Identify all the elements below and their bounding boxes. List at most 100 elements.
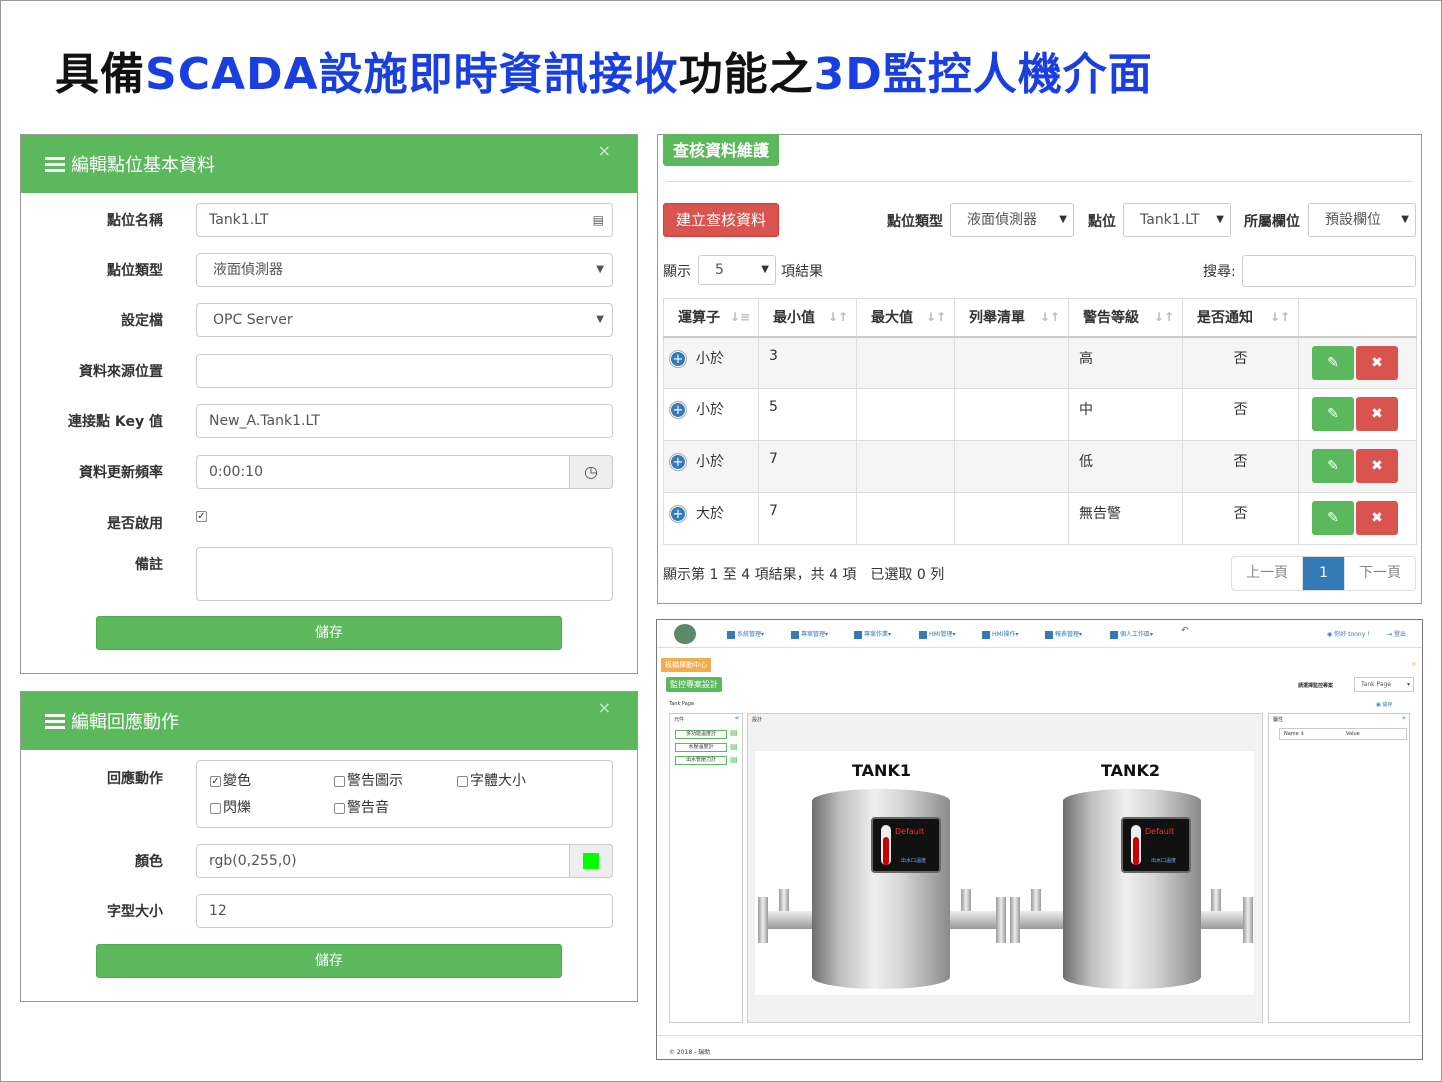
next-page-button[interactable]: 下一頁 bbox=[1344, 557, 1415, 590]
option-warning-sound[interactable]: 警告音 bbox=[334, 797, 389, 817]
option-color-change[interactable]: ✓ 變色 bbox=[210, 770, 251, 790]
location-icon bbox=[919, 630, 927, 639]
user-greeting[interactable]: ◉ 你好 tonny ! bbox=[1327, 629, 1370, 638]
option-warning-icon[interactable]: 警告圖示 bbox=[334, 770, 403, 790]
tank1-flange bbox=[996, 897, 1006, 943]
update-frequency-input[interactable]: 0:00:10 ◷ bbox=[196, 455, 613, 489]
note-textarea[interactable] bbox=[196, 547, 613, 601]
delete-button[interactable]: ✖ bbox=[1356, 501, 1398, 535]
logout-link[interactable]: ⇥ 登出 bbox=[1387, 629, 1406, 638]
field-label: 所屬欄位 bbox=[1244, 214, 1300, 230]
thermometer-icon bbox=[881, 825, 891, 865]
property-panel: 屬性 » Name ⇕ Value bbox=[1268, 713, 1410, 1023]
expand-icon[interactable]: + bbox=[670, 454, 686, 470]
tank-canvas: TANK1 TANK2 Default 出水口溫度 Default 出水口溫度 bbox=[754, 750, 1255, 996]
enabled-checkbox[interactable]: ✓ bbox=[196, 511, 207, 522]
sort-icon: ↓↑ bbox=[925, 310, 946, 324]
page-name: Tank Page bbox=[669, 701, 695, 707]
hmi-save-button[interactable]: ▣ 儲存 bbox=[1376, 701, 1392, 708]
table-info: 顯示第 1 至 4 項結果，共 4 項 已選取 0 列 bbox=[663, 567, 945, 583]
expand-icon[interactable]: » bbox=[1402, 714, 1406, 722]
col-level[interactable]: 警告等級 ↓↑ bbox=[1068, 298, 1183, 338]
edit-button[interactable]: ✎ bbox=[1312, 501, 1354, 535]
color-label: 顏色 bbox=[135, 854, 163, 870]
book-icon bbox=[791, 630, 799, 639]
font-size-input[interactable]: 12 bbox=[196, 894, 613, 928]
table-header: 運算子 ↓≡ 最小值 ↓↑ 最大值 ↓↑ 列舉清單 ↓↑ 警告等級 ↓↑ 是否通知 ↓↑ bbox=[663, 298, 1417, 338]
search-input[interactable] bbox=[1242, 255, 1416, 287]
caret-down-icon: ▼ bbox=[1401, 214, 1409, 225]
field-label-key: 連接點 Key 值 bbox=[68, 414, 163, 430]
col-min[interactable]: 最小值 ↓↑ bbox=[758, 298, 857, 338]
delete-button[interactable]: ✖ bbox=[1356, 397, 1398, 431]
col-enum[interactable]: 列舉清單 ↓↑ bbox=[954, 298, 1069, 338]
action-options-box: ✓ 變色 警告圖示 字體大小 閃爍 警告音 bbox=[196, 760, 613, 828]
col-operator[interactable]: 運算子 ↓≡ bbox=[663, 298, 759, 338]
config-file-select[interactable]: OPC Server ▼ bbox=[196, 303, 613, 337]
expand-icon[interactable]: + bbox=[670, 506, 686, 522]
field-label-config: 設定檔 bbox=[121, 313, 163, 329]
tank1-thermometer[interactable]: Default 出水口溫度 bbox=[871, 817, 941, 873]
color-input[interactable]: rgb(0,255,0) bbox=[196, 844, 613, 878]
create-check-button[interactable]: 建立查核資料 bbox=[663, 203, 779, 237]
footer: © 2018 - 瑞助 bbox=[669, 1049, 711, 1056]
comment-icon: ▤ bbox=[730, 728, 738, 737]
sort-icon: ↓↑ bbox=[1269, 310, 1290, 324]
page-1-button[interactable]: 1 bbox=[1302, 557, 1344, 590]
project-select[interactable]: Tank Page ▾ bbox=[1354, 677, 1414, 692]
nav-hmi-manage[interactable]: HMI管理▾ bbox=[919, 629, 955, 639]
point-select[interactable]: Tank1.LT ▼ bbox=[1123, 203, 1231, 237]
tank1-label: TANK1 bbox=[852, 761, 911, 780]
nav-workspace[interactable]: 個人工作區▾ bbox=[1110, 629, 1153, 639]
save-button[interactable]: 儲存 bbox=[96, 944, 562, 978]
tank1-flange bbox=[758, 897, 768, 943]
edit-button[interactable]: ✎ bbox=[1312, 345, 1354, 380]
response-form-header: 編輯回應動作 × bbox=[21, 692, 637, 750]
tank2-valve bbox=[1211, 889, 1221, 911]
source-location-input[interactable] bbox=[196, 354, 613, 388]
color-swatch[interactable] bbox=[569, 844, 613, 878]
option-blink[interactable]: 閃爍 bbox=[210, 797, 251, 817]
hmi-screenshot: 系統管理▾ 專案管理▾ 專案作業▾ HMI管理▾ HMI操作▾ 報表管理▾ 個人… bbox=[656, 619, 1423, 1060]
nav-hmi-ops[interactable]: HMI操作▾ bbox=[982, 629, 1018, 639]
delete-button[interactable]: ✖ bbox=[1356, 345, 1398, 380]
close-icon[interactable]: × bbox=[598, 698, 611, 717]
widget-item[interactable]: 出水管壓力計 bbox=[675, 756, 727, 765]
nav-project[interactable]: 專案管理▾ bbox=[791, 629, 828, 639]
nav-project-ops[interactable]: 專案作業▾ bbox=[854, 629, 891, 639]
widget-item[interactable]: 水壓溫度計 bbox=[675, 743, 727, 752]
col-max[interactable]: 最大值 ↓↑ bbox=[856, 298, 955, 338]
widget-item[interactable]: 多功能溫度計 bbox=[675, 730, 727, 739]
prev-page-button[interactable]: 上一頁 bbox=[1232, 557, 1302, 590]
close-icon[interactable]: × bbox=[598, 141, 611, 160]
field-select[interactable]: 預設欄位 ▼ bbox=[1308, 203, 1416, 237]
back-icon[interactable]: ↶ bbox=[1181, 626, 1189, 636]
comment-icon: ▤ bbox=[730, 755, 738, 764]
type-select[interactable]: 液面偵測器 ▼ bbox=[950, 203, 1074, 237]
expand-icon[interactable]: + bbox=[670, 350, 686, 367]
table-row: + 小於 3 高 否 ✎ ✖ bbox=[663, 336, 1417, 389]
close-icon[interactable]: × bbox=[1411, 660, 1417, 668]
nav-system[interactable]: 系統管理▾ bbox=[727, 629, 764, 639]
delete-button[interactable]: ✖ bbox=[1356, 449, 1398, 483]
response-form-panel: 編輯回應動作 × 回應動作 ✓ 變色 警告圖示 字體大小 閃爍 警告音 顏色 rg… bbox=[20, 691, 638, 1002]
thermometer-icon bbox=[1131, 825, 1141, 865]
collapse-icon[interactable]: « bbox=[735, 714, 739, 722]
edit-button[interactable]: ✎ bbox=[1312, 397, 1354, 431]
col-actions bbox=[1298, 298, 1417, 338]
id-card-icon: ▤ bbox=[592, 213, 604, 227]
tank2-thermometer[interactable]: Default 出水口溫度 bbox=[1121, 817, 1191, 873]
nav-reports[interactable]: 報表管理▾ bbox=[1045, 629, 1082, 639]
point-name-input[interactable]: Tank1.LT ▤ bbox=[196, 203, 613, 237]
caret-down-icon: ▾ bbox=[1406, 681, 1410, 688]
col-notify[interactable]: 是否通知 ↓↑ bbox=[1182, 298, 1299, 338]
edit-button[interactable]: ✎ bbox=[1312, 449, 1354, 483]
footer-divider bbox=[657, 1035, 1422, 1036]
save-button[interactable]: 儲存 bbox=[96, 616, 562, 650]
expand-icon[interactable]: + bbox=[670, 402, 686, 418]
point-type-select[interactable]: 液面偵測器 ▼ bbox=[196, 253, 613, 287]
key-value-input[interactable]: New_A.Tank1.LT bbox=[196, 404, 613, 438]
clock-icon[interactable]: ◷ bbox=[569, 455, 613, 489]
page-size-select[interactable]: 5 ▼ bbox=[698, 255, 776, 285]
option-font-size[interactable]: 字體大小 bbox=[457, 770, 526, 790]
